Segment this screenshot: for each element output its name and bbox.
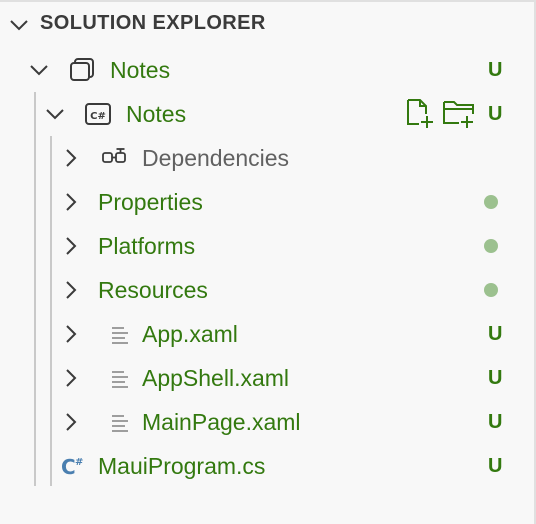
tree-item-solution[interactable]: Notes U <box>0 48 534 92</box>
untracked-badge: U <box>488 455 503 477</box>
tree-item-label: Resources <box>98 277 208 303</box>
solution-explorer-header[interactable]: SOLUTION EXPLORER <box>0 0 534 48</box>
chevron-right-icon[interactable] <box>60 235 82 257</box>
file-lines-icon <box>108 320 136 348</box>
untracked-badge: U <box>488 367 503 389</box>
tree-item-resources[interactable]: Resources <box>0 268 534 312</box>
tree-item-app-xaml[interactable]: App.xaml U <box>0 312 534 356</box>
chevron-right-icon[interactable] <box>60 367 82 389</box>
svg-text:#: # <box>75 457 83 468</box>
solution-explorer-panel: SOLUTION EXPLORER Notes U C# Notes U Dep… <box>0 0 536 524</box>
chevron-down-icon[interactable] <box>28 59 50 81</box>
svg-text:C#: C# <box>90 111 106 122</box>
tree-item-label: Properties <box>98 189 203 215</box>
tree-item-label: App.xaml <box>142 321 238 347</box>
section-title: SOLUTION EXPLORER <box>40 12 266 34</box>
csharp-project-icon: C# <box>84 100 112 128</box>
tree-item-mainpage-xaml[interactable]: MainPage.xaml U <box>0 400 534 444</box>
tree-item-dependencies[interactable]: Dependencies <box>0 136 534 180</box>
new-file-icon[interactable] <box>404 97 436 129</box>
tree-item-mauiprogram-cs[interactable]: C # MauiProgram.cs U <box>0 444 534 488</box>
tree-item-label: Notes <box>110 57 171 83</box>
untracked-badge: U <box>488 411 503 433</box>
modified-dot <box>484 239 498 253</box>
dependencies-icon <box>100 144 128 172</box>
tree-item-platforms[interactable]: Platforms <box>0 224 534 268</box>
tree-item-appshell-xaml[interactable]: AppShell.xaml U <box>0 356 534 400</box>
tree-item-properties[interactable]: Properties <box>0 180 534 224</box>
new-folder-icon[interactable] <box>442 97 474 129</box>
chevron-down-icon[interactable] <box>44 103 66 125</box>
tree-item-label: Dependencies <box>142 145 290 171</box>
svg-text:C: C <box>61 455 76 479</box>
modified-dot <box>484 283 498 297</box>
tree-item-label: MauiProgram.cs <box>98 453 266 479</box>
chevron-right-icon[interactable] <box>60 147 82 169</box>
tree-item-label: Platforms <box>98 233 196 259</box>
chevron-right-icon[interactable] <box>60 191 82 213</box>
modified-dot <box>484 195 498 209</box>
csharp-file-icon: C # <box>60 452 88 480</box>
chevron-right-icon[interactable] <box>60 279 82 301</box>
chevron-down-icon[interactable] <box>8 14 30 36</box>
untracked-badge: U <box>488 59 503 81</box>
file-lines-icon <box>108 364 136 392</box>
solution-icon <box>68 56 96 84</box>
untracked-badge: U <box>488 323 503 345</box>
tree-item-label: MainPage.xaml <box>142 409 301 435</box>
tree-item-label: Notes <box>126 101 187 127</box>
file-lines-icon <box>108 408 136 436</box>
untracked-badge: U <box>488 103 503 125</box>
chevron-right-icon[interactable] <box>60 411 82 433</box>
tree-item-project[interactable]: C# Notes U <box>0 92 534 136</box>
tree-item-label: AppShell.xaml <box>142 365 290 391</box>
chevron-right-icon[interactable] <box>60 323 82 345</box>
